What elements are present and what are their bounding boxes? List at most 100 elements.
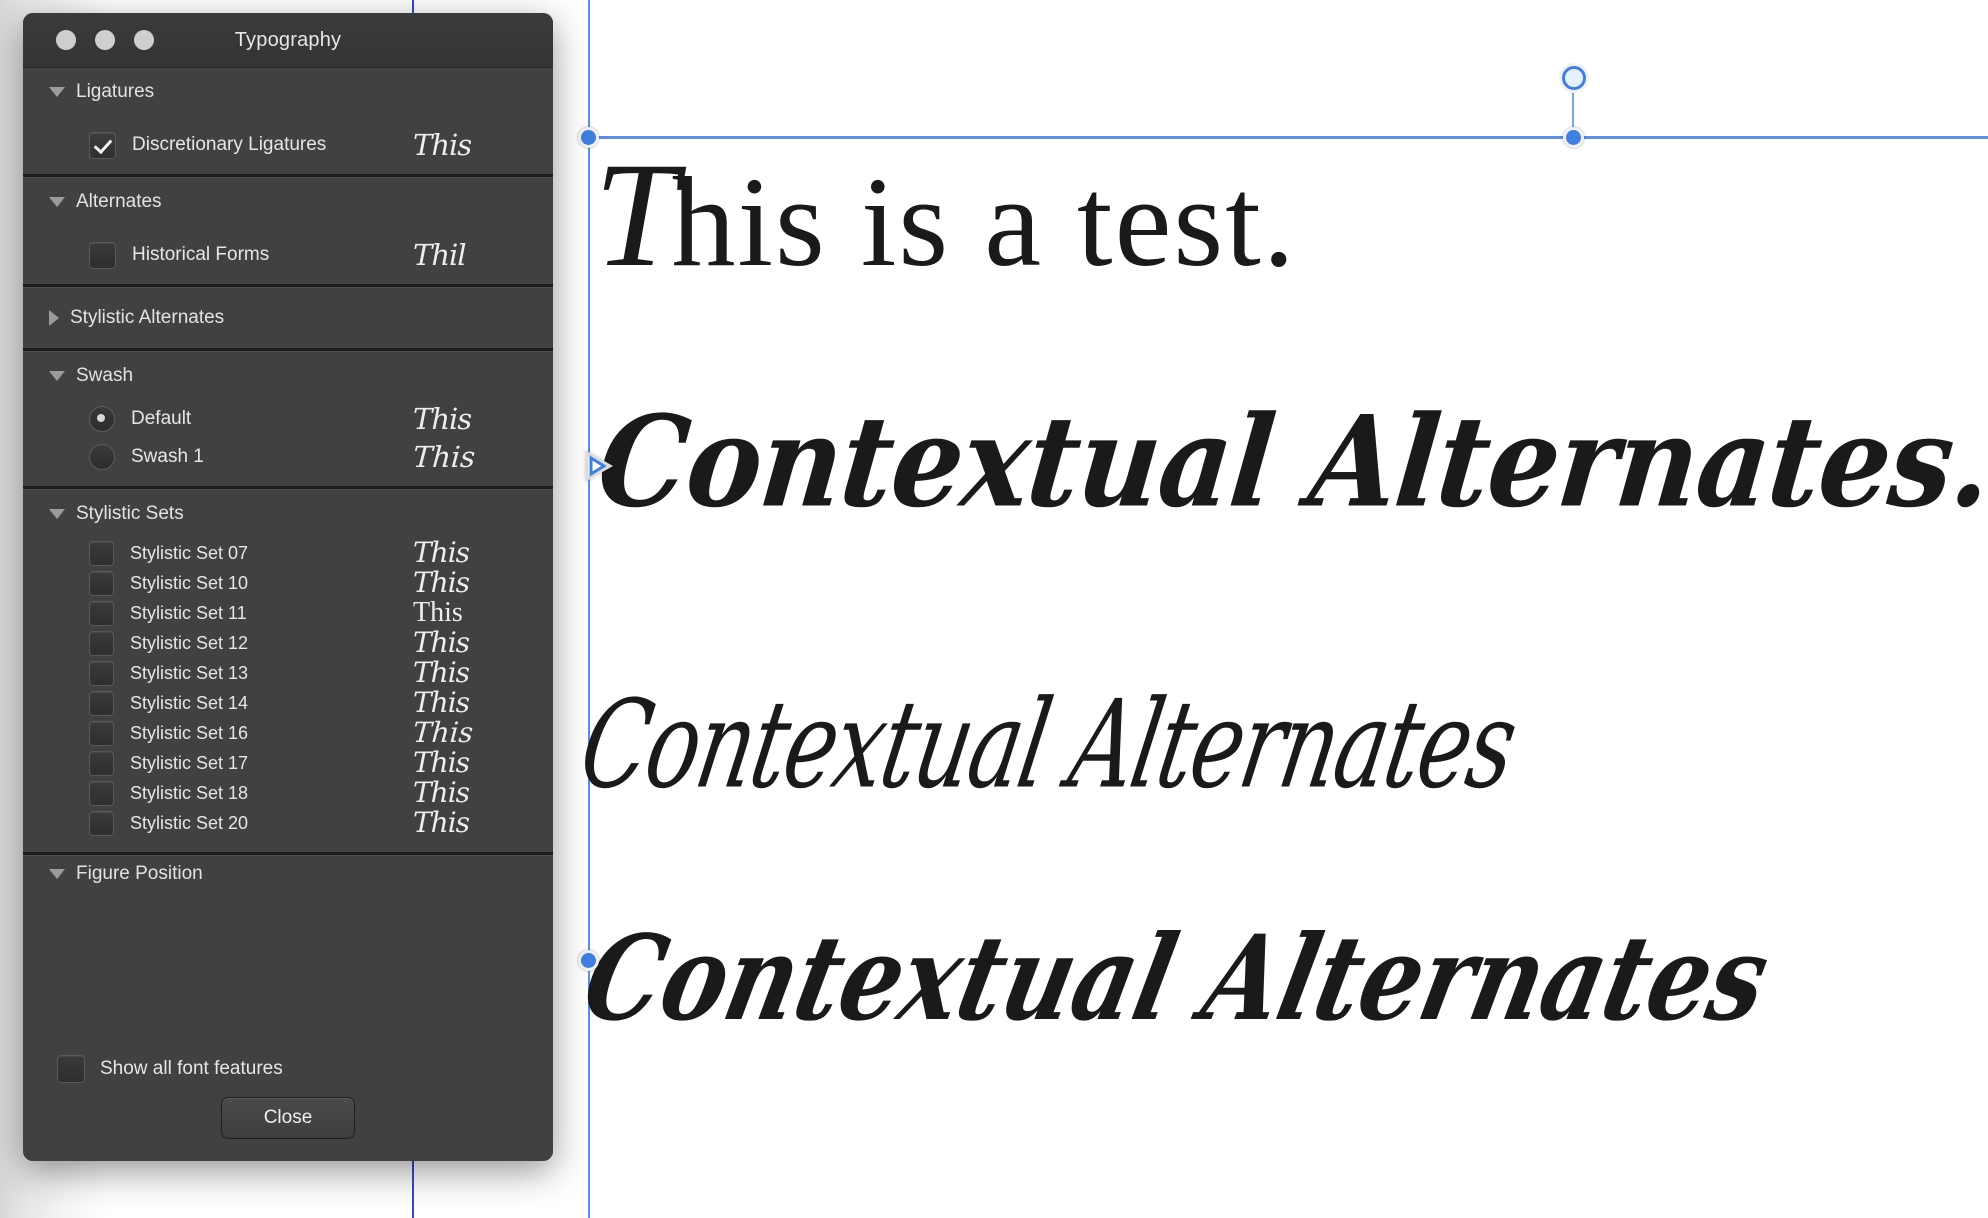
minimize-button[interactable]: [95, 30, 115, 50]
sample-preview-glyph: This: [411, 439, 477, 474]
radio-swash-1[interactable]: [89, 444, 115, 470]
section-swash: Swash Default This Swash 1 This: [23, 352, 553, 486]
checkbox-stylistic-set-13[interactable]: [89, 660, 114, 686]
row-show-all-font-features[interactable]: Show all font features: [23, 1045, 553, 1093]
window-controls[interactable]: [56, 30, 154, 50]
row-label: Stylistic Set 20: [130, 812, 249, 833]
sample-preview-glyph: This: [413, 686, 470, 719]
row-label: Stylistic Set 11: [130, 602, 247, 623]
row-label: Swash 1: [131, 446, 204, 467]
section-header-stylistic-alternates[interactable]: Stylistic Alternates: [23, 288, 553, 348]
row-label: Stylistic Set 14: [130, 692, 249, 713]
selection-top-edge: [588, 136, 1988, 139]
checkbox-stylistic-set-17[interactable]: [89, 750, 114, 776]
rotation-handle[interactable]: [1562, 66, 1586, 90]
disclosure-triangle-right-icon[interactable]: [49, 310, 59, 326]
row-stylistic-set-17[interactable]: Stylistic Set 17 This: [23, 748, 553, 778]
row-stylistic-set-07[interactable]: Stylistic Set 07 This: [23, 538, 553, 568]
row-label: Discretionary Ligatures: [132, 134, 327, 155]
checkbox-historical-forms[interactable]: [89, 241, 116, 269]
canvas-text-line-1[interactable]: This is a test.: [594, 140, 1297, 290]
row-swash-default[interactable]: Default This: [23, 400, 553, 438]
section-header-figure-position[interactable]: Figure Position: [23, 856, 553, 886]
section-title: Ligatures: [76, 81, 155, 102]
section-header-ligatures[interactable]: Ligatures: [23, 68, 553, 116]
row-discretionary-ligatures[interactable]: Discretionary Ligatures This: [23, 116, 553, 174]
checkbox-stylistic-set-12[interactable]: [89, 630, 114, 656]
zoom-button[interactable]: [134, 30, 154, 50]
section-title: Figure Position: [76, 863, 203, 884]
checkbox-stylistic-set-16[interactable]: [89, 720, 114, 746]
selection-handle-top-left[interactable]: [578, 127, 599, 148]
row-label: Stylistic Set 17: [130, 752, 249, 773]
section-stylistic-alternates: Stylistic Alternates: [23, 288, 553, 348]
panel-scroll-area[interactable]: Ligatures Discretionary Ligatures This A…: [23, 68, 553, 1045]
sample-preview-glyph: This: [413, 566, 470, 599]
sample-preview-glyph: This: [413, 401, 472, 436]
selection-handle-bottom-left[interactable]: [578, 950, 599, 971]
row-stylistic-set-18[interactable]: Stylistic Set 18 This: [23, 778, 553, 808]
swash-capital-glyph: T: [594, 132, 677, 298]
radio-swash-default[interactable]: [89, 406, 115, 432]
close-button-wrap: Close: [23, 1097, 553, 1139]
row-historical-forms[interactable]: Historical Forms Thil: [23, 226, 553, 284]
checkbox-stylistic-set-20[interactable]: [89, 810, 114, 836]
selection-handle-top-center[interactable]: [1563, 127, 1584, 148]
canvas-text-line-2[interactable]: Contextual Alternates.: [592, 389, 1988, 536]
sample-preview-glyph: This: [413, 626, 470, 659]
row-stylistic-set-13[interactable]: Stylistic Set 13 This: [23, 658, 553, 688]
sample-preview-glyph: This: [413, 806, 470, 839]
row-label: Default: [131, 408, 192, 429]
section-ligatures: Ligatures Discretionary Ligatures This: [23, 68, 553, 174]
section-header-stylistic-sets[interactable]: Stylistic Sets: [23, 490, 553, 538]
checkbox-stylistic-set-11[interactable]: [89, 600, 114, 626]
row-label: Stylistic Set 07: [130, 542, 249, 563]
checkbox-stylistic-set-07[interactable]: [89, 540, 114, 566]
checkbox-stylistic-set-18[interactable]: [89, 780, 114, 806]
sample-preview-glyph: This: [411, 716, 475, 749]
canvas-text-line-1-rest: his is a test.: [671, 151, 1297, 293]
row-stylistic-set-16[interactable]: Stylistic Set 16 This: [23, 716, 553, 749]
sample-preview-glyph: Thil: [413, 237, 467, 272]
row-swash-1[interactable]: Swash 1 This: [23, 438, 553, 486]
row-label: Stylistic Set 12: [130, 632, 249, 653]
sample-preview-glyph: This: [413, 127, 472, 162]
show-all-font-features-label: Show all font features: [100, 1058, 283, 1079]
row-label: Historical Forms: [132, 244, 270, 265]
sample-preview-glyph: This: [413, 776, 470, 809]
disclosure-triangle-down-icon[interactable]: [49, 197, 65, 207]
canvas-text-line-3[interactable]: Contextual Alternates: [571, 674, 1525, 816]
row-stylistic-set-14[interactable]: Stylistic Set 14 This: [23, 688, 553, 718]
disclosure-triangle-down-icon[interactable]: [49, 869, 65, 879]
panel-titlebar[interactable]: Typography: [23, 13, 553, 68]
app-root: This is a test. Contextual Alternates. C…: [0, 0, 1988, 1218]
text-overflow-arrow-icon[interactable]: [570, 450, 614, 482]
row-stylistic-set-12[interactable]: Stylistic Set 12 This: [23, 628, 553, 658]
disclosure-triangle-down-icon[interactable]: [49, 509, 65, 519]
row-label: Stylistic Set 16: [130, 722, 249, 743]
section-title: Alternates: [76, 191, 162, 212]
row-stylistic-set-11[interactable]: Stylistic Set 11 This: [23, 598, 553, 628]
row-label: Stylistic Set 10: [130, 572, 249, 593]
row-label: Stylistic Set 18: [130, 782, 249, 803]
canvas-text-line-4[interactable]: Contextual Alternates: [573, 909, 1780, 1047]
checkbox-show-all-font-features[interactable]: [57, 1055, 85, 1083]
section-title: Stylistic Alternates: [70, 307, 225, 328]
close-button[interactable]: [56, 30, 76, 50]
sample-preview-glyph: This: [413, 597, 463, 628]
section-figure-position: Figure Position: [23, 856, 553, 886]
checkbox-discretionary-ligatures[interactable]: [89, 131, 116, 159]
row-stylistic-set-10[interactable]: Stylistic Set 10 This: [23, 568, 553, 598]
disclosure-triangle-down-icon[interactable]: [49, 371, 65, 381]
checkbox-stylistic-set-10[interactable]: [89, 570, 114, 596]
section-title: Stylistic Sets: [76, 503, 184, 524]
sample-preview-glyph: This: [413, 656, 470, 689]
disclosure-triangle-down-icon[interactable]: [49, 87, 65, 97]
typography-panel[interactable]: Typography Ligatures Discretionary Ligat…: [23, 13, 553, 1161]
checkbox-stylistic-set-14[interactable]: [89, 690, 114, 716]
row-stylistic-set-20[interactable]: Stylistic Set 20 This: [23, 808, 553, 838]
section-header-alternates[interactable]: Alternates: [23, 178, 553, 226]
sample-preview-glyph: This: [413, 746, 470, 779]
close-button[interactable]: Close: [221, 1097, 355, 1139]
section-header-swash[interactable]: Swash: [23, 352, 553, 400]
